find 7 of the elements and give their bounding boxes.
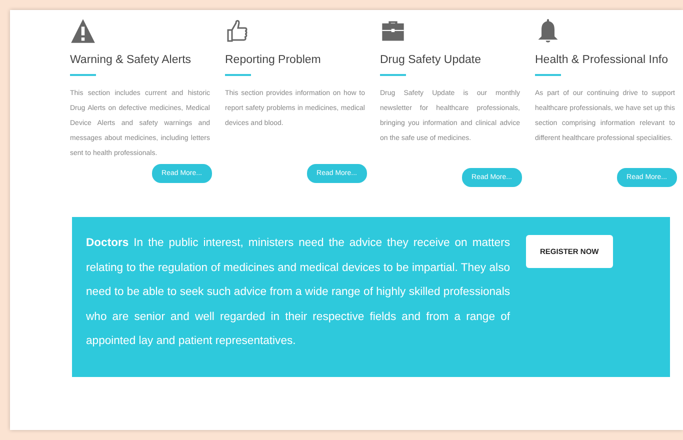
card-title: Drug Safety Update bbox=[380, 54, 482, 66]
card-title: Health & Professional Info bbox=[535, 54, 668, 66]
card-title: Reporting Problem bbox=[225, 54, 321, 66]
warning-icon bbox=[70, 18, 96, 44]
thumbs-up-icon bbox=[225, 18, 249, 44]
card-title: Warning & Safety Alerts bbox=[70, 54, 192, 66]
banner-text: Doctors In the public interest, ministers need the advice they receive on matters relating to the regulation of medicines and medical devices to be impartial. They also need to be able to seek such advice from a wide range of highly skilled professionals who are senior and well regarded in their respective fields and from a range of appointed lay and patient representatives. bbox=[86, 236, 510, 349]
